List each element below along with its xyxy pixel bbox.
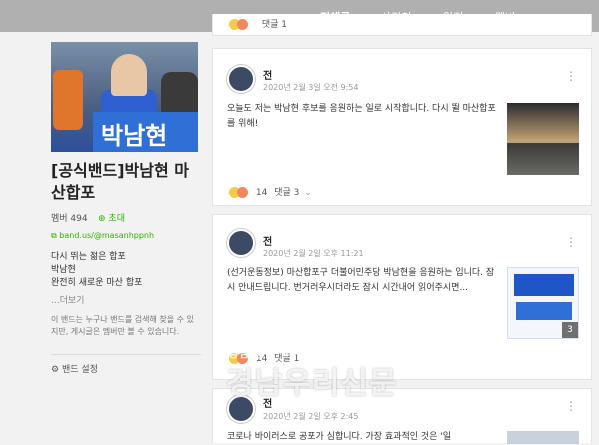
band-description: 다시 뛰는 젊은 합포 박남현 완전히 새로운 마산 합포 — [51, 251, 142, 290]
post-date: 2020년 2월 2일 오후 11:21 — [263, 249, 364, 258]
reaction-count: 14 — [255, 188, 268, 198]
post-author[interactable]: 전 — [263, 233, 272, 248]
band-privacy-notice: 이 밴드는 누구나 밴드를 검색해 찾을 수 있지만, 게시글은 멤버만 볼 수… — [51, 315, 194, 336]
plus-circle-icon: ⊕ — [98, 214, 106, 224]
band-cover-image[interactable]: 박남현 — [51, 42, 198, 152]
partial-comment-count[interactable]: 댓글 1 — [262, 20, 287, 30]
description-line: 다시 뛰는 젊은 합포 — [51, 252, 126, 262]
cover-campaign-sign: 박남현 — [93, 112, 198, 152]
description-line: 완전히 새로운 마산 합포 — [51, 278, 143, 288]
cover-crowd — [53, 70, 83, 130]
author-avatar[interactable] — [227, 65, 255, 93]
post-body[interactable]: 오늘도 저는 박남현 후보를 응원하는 일로 시작합니다. 다시 뛸 마산합포를… — [227, 102, 497, 132]
band-title: [공식밴드]박남현 마산합포 — [51, 161, 189, 202]
chevron-down-icon[interactable]: ⌄ — [304, 188, 312, 198]
more-link[interactable]: ...더보기 — [51, 293, 84, 306]
comment-count[interactable]: 댓글 3 — [274, 188, 299, 198]
band-url-link[interactable]: ⧉ band.us/@masanhppnh — [51, 231, 154, 241]
poster-banner — [514, 274, 574, 296]
invite-button[interactable]: ⊕ 초대 — [98, 211, 125, 224]
post-date: 2020년 2월 3일 오전 9:54 — [263, 83, 359, 92]
settings-label: 밴드 설정 — [61, 365, 98, 375]
more-options-icon[interactable]: ⋮ — [565, 399, 577, 413]
invite-label: 초대 — [108, 214, 125, 224]
post-body[interactable]: (선거운동정보) 마산합포구 더불어민주당 박남현을 응원하는 입니다. 잠시 … — [227, 266, 497, 296]
poster-name-box — [516, 302, 572, 320]
gear-icon: ⚙ — [51, 365, 60, 375]
sidebar-divider — [51, 354, 201, 355]
description-line: 박남현 — [51, 265, 76, 275]
band-settings-button[interactable]: ⚙ 밴드 설정 — [51, 362, 98, 375]
post-author[interactable]: 전 — [263, 67, 272, 82]
post-photo[interactable] — [507, 103, 579, 175]
post-photo[interactable] — [507, 431, 579, 444]
link-icon: ⧉ — [51, 231, 57, 240]
cover-candidate-face — [111, 54, 147, 96]
post-photo[interactable]: 3 — [507, 267, 579, 339]
post-reactions[interactable]: 14 댓글 3 ⌄ — [229, 185, 312, 198]
band-url-text: band.us/@masanhppnh — [59, 231, 155, 240]
post-card: 전 2020년 2월 3일 오전 9:54 ⋮ 오늘도 저는 박남현 후보를 응… — [212, 48, 592, 206]
member-count[interactable]: 멤버 494 — [51, 211, 88, 224]
author-avatar[interactable] — [227, 229, 255, 257]
post-date: 2020년 2월 2일 오후 2:45 — [263, 412, 359, 421]
partial-reactions[interactable]: 댓글 1 — [229, 17, 287, 30]
partial-post-card: 댓글 1 — [212, 14, 592, 36]
watermark-logo: 경남우리신문 — [226, 366, 398, 401]
emoji-love-icon — [237, 187, 248, 198]
more-options-icon[interactable]: ⋮ — [565, 69, 577, 83]
more-options-icon[interactable]: ⋮ — [565, 235, 577, 249]
photo-count-badge: 3 — [562, 322, 578, 338]
emoji-love-icon — [237, 19, 248, 30]
